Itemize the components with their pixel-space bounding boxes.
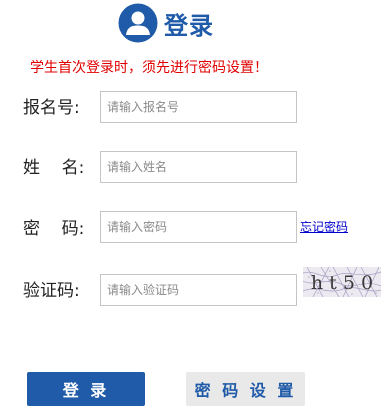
user-icon (118, 3, 158, 43)
captcha-input[interactable] (100, 274, 297, 306)
captcha-image[interactable]: h t 5 0 (303, 267, 381, 297)
login-button[interactable]: 登 录 (27, 372, 145, 406)
set-password-button[interactable]: 密 码 设 置 (186, 372, 305, 406)
password-input[interactable] (100, 211, 297, 243)
registration-number-input[interactable] (100, 91, 297, 123)
password-label: 密 码: (23, 219, 85, 239)
captcha-label: 验证码: (23, 281, 80, 301)
user-icon-head (131, 11, 145, 25)
name-label: 姓 名: (23, 158, 85, 178)
captcha-text: h t 5 0 (311, 272, 373, 294)
forgot-password-link[interactable]: 忘记密码 (300, 219, 348, 235)
name-input[interactable] (100, 151, 297, 183)
page-title: 登录 (164, 11, 214, 40)
login-header: 登录 (118, 2, 214, 44)
first-login-notice: 学生首次登录时，须先进行密码设置！ (30, 60, 268, 76)
registration-number-label: 报名号: (23, 98, 80, 118)
